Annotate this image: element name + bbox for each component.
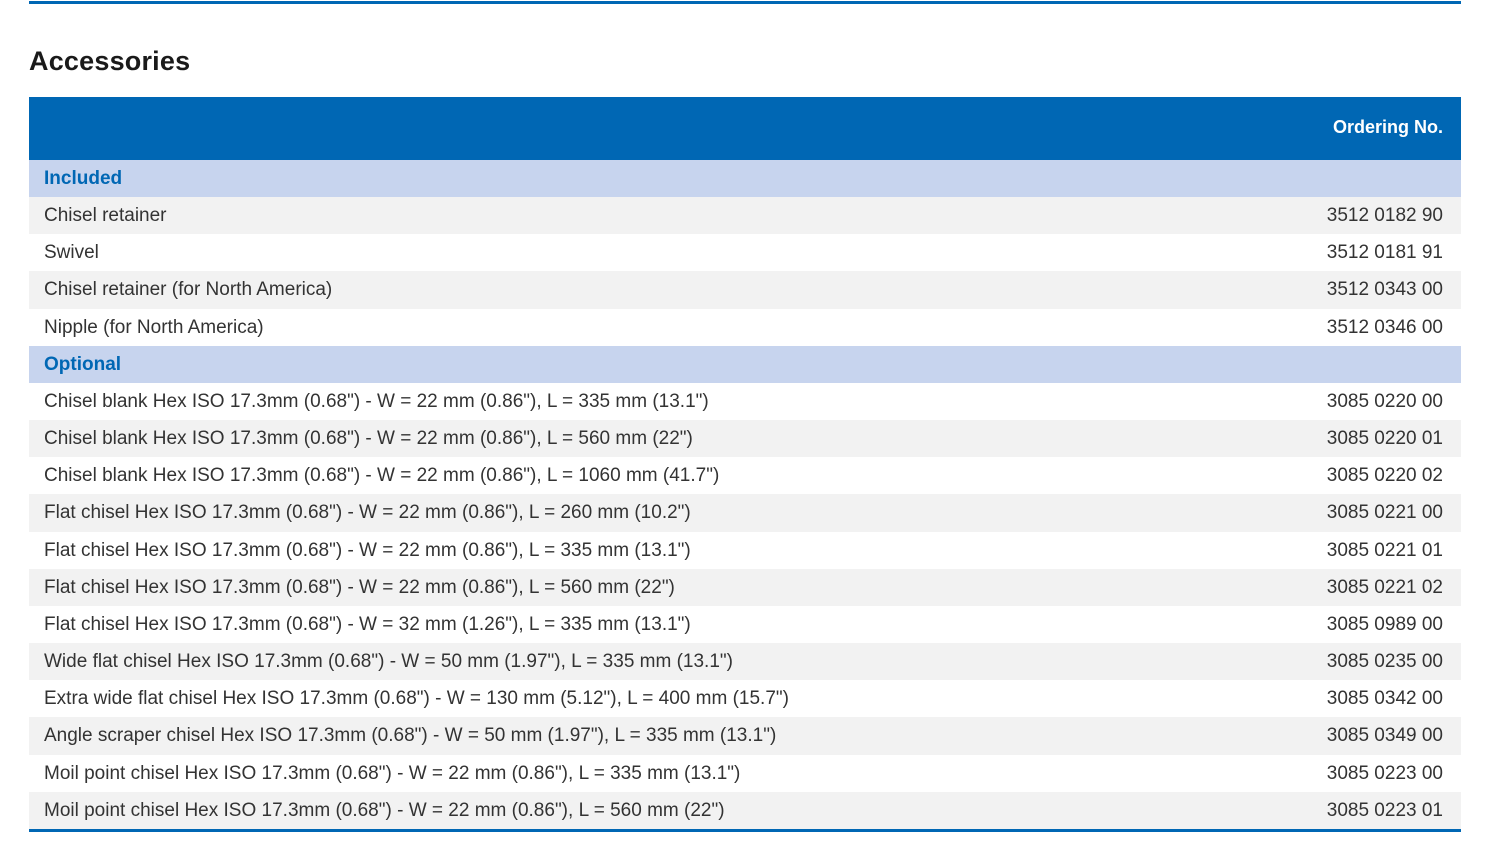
row-description: Swivel — [44, 242, 99, 264]
table-row: Chisel blank Hex ISO 17.3mm (0.68") - W … — [29, 419, 1461, 458]
row-description: Wide flat chisel Hex ISO 17.3mm (0.68") … — [44, 651, 733, 673]
row-description: Chisel blank Hex ISO 17.3mm (0.68") - W … — [44, 427, 693, 449]
table-row: Swivel 3512 0181 91 — [29, 234, 1461, 271]
row-ordering-number: 3512 0182 90 — [1326, 205, 1443, 226]
row-ordering-number: 3512 0346 00 — [1326, 316, 1443, 338]
table-row: Moil point chisel Hex ISO 17.3mm (0.68")… — [29, 755, 1461, 792]
row-ordering-number: 3085 0235 00 — [1326, 651, 1443, 673]
row-ordering-number: 3512 0181 91 — [1326, 242, 1443, 264]
table-row: Chisel retainer 3512 0182 90 — [29, 197, 1461, 235]
table-row: Chisel retainer (for North America) 3512… — [29, 271, 1461, 309]
table-row: Chisel blank Hex ISO 17.3mm (0.68") - W … — [29, 383, 1461, 420]
group-header-included: Included — [29, 160, 1461, 197]
row-description: Chisel blank Hex ISO 17.3mm (0.68") - W … — [44, 390, 709, 412]
table-row: Nipple (for North America) 3512 0346 00 — [29, 309, 1461, 346]
group-header-optional: Optional — [29, 345, 1461, 383]
row-ordering-number: 3512 0343 00 — [1326, 279, 1443, 301]
table-row: Angle scraper chisel Hex ISO 17.3mm (0.6… — [29, 717, 1461, 755]
row-ordering-number: 3085 0220 00 — [1326, 390, 1443, 412]
table-row: Extra wide flat chisel Hex ISO 17.3mm (0… — [29, 680, 1461, 717]
row-ordering-number: 3085 0349 00 — [1326, 725, 1443, 747]
table-header: Ordering No. — [29, 97, 1461, 160]
row-ordering-number: 3085 0221 00 — [1326, 502, 1443, 524]
page: Accessories Ordering No. Included Chisel… — [0, 0, 1490, 859]
accessories-table: Ordering No. Included Chisel retainer 35… — [29, 97, 1461, 832]
row-description: Chisel retainer (for North America) — [44, 279, 333, 301]
table-row: Flat chisel Hex ISO 17.3mm (0.68") - W =… — [29, 494, 1461, 532]
table-row: Flat chisel Hex ISO 17.3mm (0.68") - W =… — [29, 568, 1461, 606]
table-row: Wide flat chisel Hex ISO 17.3mm (0.68") … — [29, 643, 1461, 681]
row-description: Moil point chisel Hex ISO 17.3mm (0.68")… — [44, 799, 725, 821]
row-description: Nipple (for North America) — [44, 316, 264, 338]
section-title: Accessories — [29, 46, 191, 76]
row-ordering-number: 3085 0342 00 — [1326, 688, 1443, 710]
top-rule — [29, 1, 1461, 4]
row-ordering-number: 3085 0223 00 — [1326, 762, 1443, 784]
ordering-column-header: Ordering No. — [1332, 117, 1443, 137]
group-label: Included — [44, 168, 123, 189]
row-description: Flat chisel Hex ISO 17.3mm (0.68") - W =… — [44, 502, 691, 524]
table-row: Flat chisel Hex ISO 17.3mm (0.68") - W =… — [29, 532, 1461, 569]
row-description: Angle scraper chisel Hex ISO 17.3mm (0.6… — [44, 725, 777, 747]
row-ordering-number: 3085 0223 01 — [1326, 799, 1443, 821]
row-ordering-number: 3085 0220 01 — [1326, 427, 1443, 449]
bottom-rule — [29, 829, 1461, 832]
row-ordering-number: 3085 0220 02 — [1326, 465, 1443, 487]
row-description: Flat chisel Hex ISO 17.3mm (0.68") - W =… — [44, 613, 691, 635]
table-row: Flat chisel Hex ISO 17.3mm (0.68") - W =… — [29, 606, 1461, 643]
table-row: Chisel blank Hex ISO 17.3mm (0.68") - W … — [29, 457, 1461, 494]
group-label: Optional — [44, 353, 122, 375]
row-description: Flat chisel Hex ISO 17.3mm (0.68") - W =… — [44, 576, 675, 598]
row-description: Extra wide flat chisel Hex ISO 17.3mm (0… — [44, 688, 789, 710]
row-ordering-number: 3085 0221 02 — [1326, 576, 1443, 598]
row-description: Flat chisel Hex ISO 17.3mm (0.68") - W =… — [44, 539, 691, 561]
row-description: Chisel blank Hex ISO 17.3mm (0.68") - W … — [44, 465, 720, 487]
row-description: Chisel retainer — [44, 205, 167, 226]
row-description: Moil point chisel Hex ISO 17.3mm (0.68")… — [44, 762, 741, 784]
row-ordering-number: 3085 0221 01 — [1326, 539, 1443, 561]
row-ordering-number: 3085 0989 00 — [1326, 613, 1443, 635]
table-row: Moil point chisel Hex ISO 17.3mm (0.68")… — [29, 791, 1461, 829]
